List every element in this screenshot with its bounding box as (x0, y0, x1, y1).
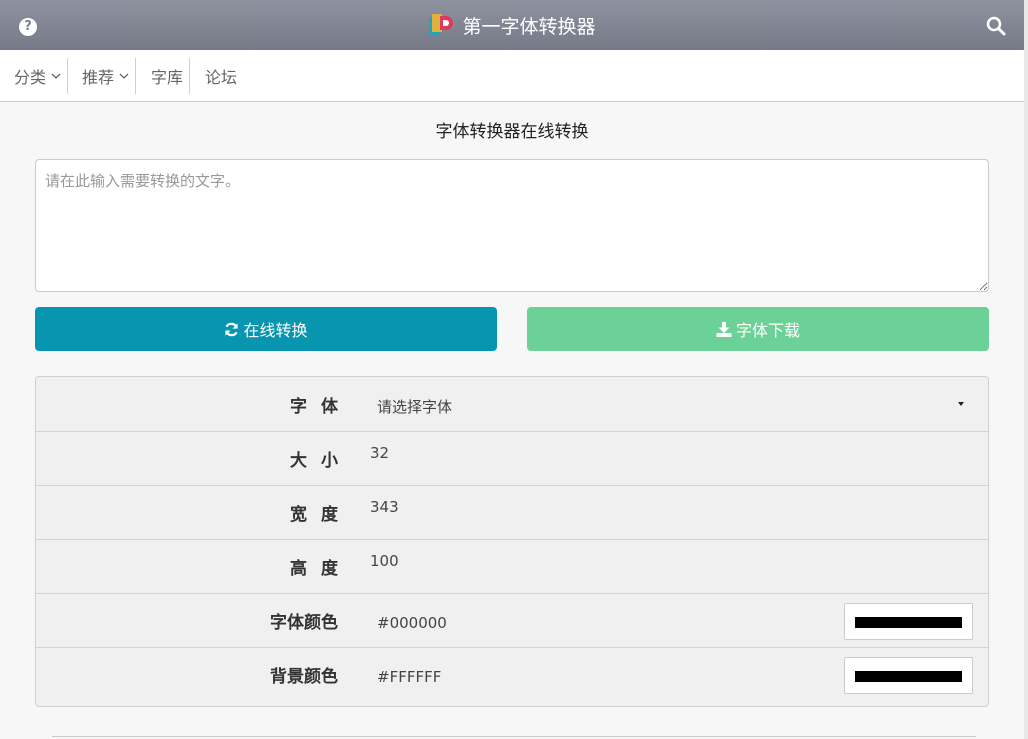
download-icon (716, 321, 732, 337)
height-row: 高度 100 (36, 539, 988, 593)
nav-item-font-library[interactable]: 字库 (136, 57, 191, 94)
chevron-down-icon (119, 73, 129, 79)
settings-panel: 字体 请选择字体 大小 32 宽度 343 高度 100 字体颜色 #00000… (35, 376, 989, 707)
nav-item-category[interactable]: 分类 (0, 57, 69, 94)
refresh-icon (225, 322, 239, 336)
convert-button-label: 在线转换 (243, 321, 308, 340)
brand[interactable]: 第一字体转换器 (428, 12, 596, 39)
color-swatch (855, 617, 962, 628)
width-row: 宽度 343 (36, 485, 988, 539)
size-label: 大小 (290, 451, 352, 471)
nav-item-label: 推荐 (82, 67, 115, 87)
font-color-picker[interactable] (844, 603, 973, 640)
site-logo-icon (429, 14, 454, 35)
font-row[interactable]: 字体 请选择字体 (36, 377, 988, 431)
bg-color-label: 背景颜色 (270, 667, 338, 687)
page-heading: 字体转换器在线转换 (435, 122, 589, 142)
bg-color-input[interactable]: #FFFFFF (377, 668, 441, 686)
download-button-label: 字体下载 (735, 321, 800, 340)
bg-color-row: 背景颜色 #FFFFFF (36, 647, 988, 701)
font-label: 字体 (290, 396, 352, 417)
nav-item-label: 分类 (14, 67, 47, 87)
top-header: ? 第一字体转换器 (0, 0, 1024, 50)
color-swatch (855, 671, 962, 682)
site-title: 第一字体转换器 (462, 15, 596, 38)
nav-item-label: 字库 (151, 67, 184, 87)
convert-button[interactable]: 在线转换 (35, 307, 497, 351)
font-color-label: 字体颜色 (270, 613, 338, 633)
category-nav: 分类 推荐 字库 论坛 (0, 50, 1024, 102)
nav-item-forum[interactable]: 论坛 (190, 58, 243, 94)
size-input[interactable]: 32 (370, 444, 389, 462)
text-input[interactable] (35, 159, 989, 292)
font-select[interactable]: 请选择字体 (377, 396, 452, 417)
font-color-input[interactable]: #000000 (377, 614, 447, 632)
size-row: 大小 32 (36, 431, 988, 485)
nav-item-label: 论坛 (205, 67, 238, 87)
height-input[interactable]: 100 (370, 552, 399, 570)
scrollbar[interactable] (1024, 0, 1028, 739)
width-label: 宽度 (290, 505, 352, 525)
font-color-row: 字体颜色 #000000 (36, 593, 988, 647)
search-icon[interactable] (986, 16, 1006, 36)
height-label: 高度 (290, 559, 352, 579)
chevron-down-icon (51, 73, 61, 79)
help-icon[interactable]: ? (19, 18, 37, 36)
width-input[interactable]: 343 (370, 498, 399, 516)
dropdown-caret-icon[interactable] (958, 402, 964, 406)
bg-color-picker[interactable] (844, 657, 973, 694)
nav-item-recommend[interactable]: 推荐 (68, 57, 137, 94)
download-button[interactable]: 字体下载 (527, 307, 989, 351)
